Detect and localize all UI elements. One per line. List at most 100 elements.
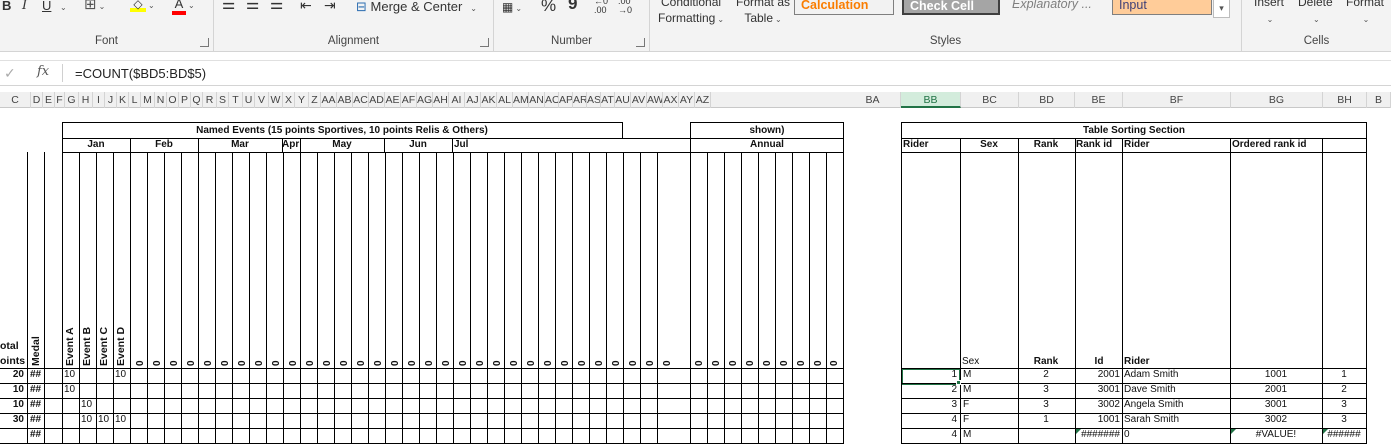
sort-ordered-cell[interactable]: 2001 (1232, 384, 1320, 395)
column-header-aw[interactable]: AW (647, 92, 663, 108)
column-header-c[interactable]: C (0, 92, 31, 108)
underline-button[interactable]: U (42, 0, 51, 14)
column-header-ba[interactable]: BA (845, 92, 901, 108)
error-indicator-icon[interactable] (1076, 429, 1081, 434)
event-value-cell[interactable]: 10 (81, 414, 96, 425)
styles-more-icon[interactable]: ▾ (1213, 0, 1230, 18)
style-explanatory[interactable]: Explanatory ... (1006, 0, 1106, 15)
column-header-bh[interactable]: BH (1323, 92, 1367, 108)
align-right-icon[interactable]: ☰ (270, 0, 283, 13)
underline-dropdown-icon[interactable]: ⌄ (58, 0, 67, 16)
event-value-cell[interactable]: 10 (115, 414, 130, 425)
column-header-ai[interactable]: AI (449, 92, 465, 108)
error-indicator-icon[interactable] (1323, 429, 1328, 434)
sort-id-cell[interactable]: 3001 (1076, 384, 1120, 395)
medal-cell[interactable]: ## (30, 429, 41, 440)
column-header-v[interactable]: V (255, 92, 269, 108)
accounting-format-icon[interactable]: ▦ ⌄ (502, 0, 522, 17)
confirm-check-icon[interactable]: ✓ (4, 65, 16, 82)
column-header-ak[interactable]: AK (481, 92, 497, 108)
column-header-b[interactable]: B (1367, 92, 1391, 108)
sort-sex-cell[interactable]: M (963, 429, 1013, 440)
column-header-am[interactable]: AM (513, 92, 529, 108)
error-indicator-icon[interactable] (1231, 429, 1236, 434)
sort-ordered-cell[interactable]: 3002 (1232, 414, 1320, 425)
column-header-aj[interactable]: AJ (465, 92, 481, 108)
conditional-formatting-button[interactable]: Conditional Formatting ⌄ (658, 0, 724, 28)
insert-cells-button[interactable]: Insert ⌄ (1254, 0, 1284, 28)
sort-id-cell[interactable]: 3002 (1076, 399, 1120, 410)
alignment-dialog-launcher-icon[interactable] (480, 38, 489, 47)
column-header-u[interactable]: U (243, 92, 255, 108)
column-header-p[interactable]: P (179, 92, 191, 108)
column-header-ac[interactable]: AC (353, 92, 369, 108)
worksheet-grid[interactable]: Named Events (15 points Sportives, 10 po… (0, 108, 1391, 448)
number-dialog-launcher-icon[interactable] (636, 38, 645, 47)
sort-bh-cell[interactable]: 3 (1324, 399, 1364, 410)
column-header-bg[interactable]: BG (1231, 92, 1323, 108)
sort-ordered-cell[interactable]: #VALUE! (1232, 429, 1320, 440)
sort-sex-cell[interactable]: M (963, 384, 1013, 395)
sort-bh-cell[interactable]: 1 (1324, 369, 1364, 380)
sort-id-cell[interactable]: 2001 (1076, 369, 1120, 380)
column-header-aa[interactable]: AA (321, 92, 337, 108)
total-points-cell[interactable]: 10 (0, 384, 24, 395)
column-header-bd[interactable]: BD (1019, 92, 1075, 108)
formula-input[interactable]: =COUNT($BD5:BD$5) (75, 66, 206, 81)
sort-rank-cell[interactable]: 3 (1019, 399, 1073, 410)
italic-button[interactable]: I (22, 0, 27, 14)
sort-rank-cell[interactable]: 2 (1019, 369, 1073, 380)
column-header-ay[interactable]: AY (679, 92, 695, 108)
column-header-ao[interactable]: AO (545, 92, 559, 108)
sort-bh-cell[interactable]: 2 (1324, 384, 1364, 395)
fill-handle[interactable] (956, 380, 961, 385)
event-value-cell[interactable]: 10 (81, 399, 96, 410)
style-check-cell[interactable]: Check Cell (902, 0, 1000, 15)
total-points-cell[interactable]: 20 (0, 369, 24, 380)
sort-rank-cell[interactable]: 1 (1019, 414, 1073, 425)
column-header-s[interactable]: S (217, 92, 229, 108)
medal-cell[interactable]: ## (30, 399, 41, 410)
sort-sex-cell[interactable]: F (963, 414, 1013, 425)
column-header-af[interactable]: AF (401, 92, 417, 108)
increase-decimal-icon[interactable]: ←0.00 (594, 0, 608, 15)
column-header-f[interactable]: F (55, 92, 65, 108)
font-color-icon[interactable]: A ⌄ (172, 0, 195, 15)
column-header-r[interactable]: R (203, 92, 217, 108)
sort-sex-cell[interactable]: M (963, 369, 1013, 380)
medal-cell[interactable]: ## (30, 414, 41, 425)
sort-name-cell[interactable]: Angela Smith (1124, 399, 1228, 410)
medal-cell[interactable]: ## (30, 384, 41, 395)
sort-name-cell[interactable]: Adam Smith (1124, 369, 1228, 380)
column-header-g[interactable]: G (65, 92, 79, 108)
column-header-bf[interactable]: BF (1123, 92, 1231, 108)
column-header-an[interactable]: AN (529, 92, 545, 108)
column-header-e[interactable]: E (43, 92, 55, 108)
font-dialog-launcher-icon[interactable] (200, 38, 209, 47)
sort-bh-cell[interactable]: 3 (1324, 414, 1364, 425)
comma-style-button[interactable]: 9 (568, 0, 577, 12)
column-header-bb[interactable]: BB (901, 92, 961, 108)
sort-rider-cell[interactable]: 4 (903, 429, 957, 440)
percent-button[interactable]: % (541, 0, 556, 14)
column-header-at[interactable]: AT (601, 92, 615, 108)
column-header-k[interactable]: K (117, 92, 129, 108)
column-header-ar[interactable]: AR (573, 92, 587, 108)
event-value-cell[interactable]: 10 (98, 414, 113, 425)
column-header-az[interactable]: AZ (695, 92, 711, 108)
sort-name-cell[interactable]: 0 (1124, 429, 1228, 440)
fill-color-icon[interactable]: ◇ ⌄ (130, 0, 155, 14)
decrease-indent-icon[interactable]: ⇤ (300, 0, 312, 13)
column-header-o[interactable]: O (167, 92, 179, 108)
style-input[interactable]: Input (1112, 0, 1212, 15)
delete-cells-button[interactable]: Delete ⌄ (1298, 0, 1333, 28)
column-header-x[interactable]: X (283, 92, 295, 108)
format-as-table-button[interactable]: Format as Table ⌄ (736, 0, 790, 28)
column-header-ag[interactable]: AG (417, 92, 433, 108)
sort-name-cell[interactable]: Sarah Smith (1124, 414, 1228, 425)
event-value-cell[interactable]: 10 (64, 384, 79, 395)
column-header-ah[interactable]: AH (433, 92, 449, 108)
align-center-icon[interactable]: ☰ (246, 0, 259, 13)
column-header-q[interactable]: Q (191, 92, 203, 108)
column-header-av[interactable]: AV (631, 92, 647, 108)
